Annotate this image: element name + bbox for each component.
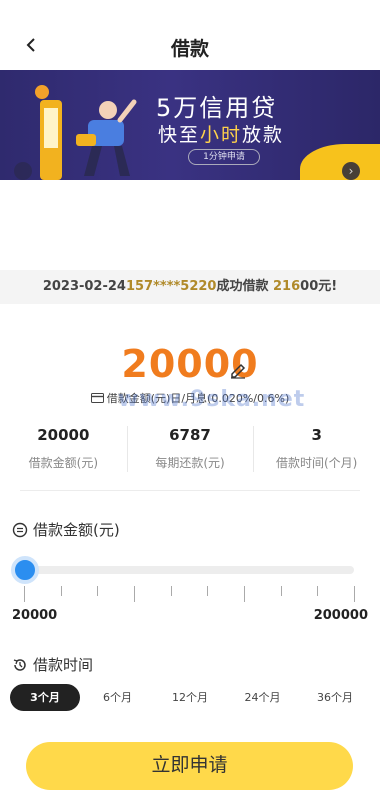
slider-tick xyxy=(170,586,172,596)
stat-term: 3 借款时间(个月) xyxy=(253,422,380,478)
term-options: 3个月 6个月 12个月 24个月 36个月 xyxy=(10,684,370,711)
slider-tick xyxy=(60,586,62,596)
slider-ticks xyxy=(24,586,355,602)
term-option[interactable]: 24个月 xyxy=(228,684,298,711)
banner-subtitle: 快至小时放款 xyxy=(158,124,285,146)
banner-decoration xyxy=(300,144,380,180)
apply-button[interactable]: 立即申请 xyxy=(26,742,353,790)
term-option[interactable]: 12个月 xyxy=(155,684,225,711)
term-option[interactable]: 36个月 xyxy=(300,684,370,711)
loan-amount-display: 20000 xyxy=(0,342,380,386)
amount-slider[interactable] xyxy=(11,556,354,584)
slider-tick xyxy=(207,586,209,596)
slider-tick xyxy=(354,586,355,602)
term-option[interactable]: 6个月 xyxy=(83,684,153,711)
history-clock-icon xyxy=(13,658,26,671)
promo-banner[interactable]: 5万信用贷 快至小时放款 1分钟申请 › xyxy=(0,70,380,180)
banner-prev-button[interactable] xyxy=(14,162,32,180)
banner-title: 5万信用贷 xyxy=(156,94,278,122)
amount-max-label: 200000 xyxy=(313,608,368,623)
amount-min-label: 20000 xyxy=(12,608,58,623)
divider xyxy=(20,490,360,491)
slider-track[interactable] xyxy=(24,566,354,574)
stat-monthly-payment: 6787 每期还款(元) xyxy=(126,422,254,478)
slider-tick xyxy=(280,586,282,596)
slider-tick xyxy=(244,586,245,602)
slider-tick xyxy=(134,586,135,602)
stat-amount: 20000 借款金额(元) xyxy=(28,426,99,470)
header-bar: 借款 xyxy=(0,0,380,70)
card-icon xyxy=(90,393,104,403)
money-icon xyxy=(12,522,28,537)
interest-rate-text: 借款金额(元)日/月息(0.020%/0.6%) xyxy=(0,390,380,406)
term-option[interactable]: 3个月 xyxy=(10,684,80,711)
edit-icon[interactable] xyxy=(229,362,247,380)
slider-tick xyxy=(24,586,25,602)
slider-tick xyxy=(317,586,319,596)
banner-next-button[interactable]: › xyxy=(342,162,360,180)
term-section-title: 借款时间 xyxy=(12,654,93,675)
loan-notice: 2023-02-24157****5220成功借款 21600元! xyxy=(0,270,380,304)
banner-illustration xyxy=(35,85,137,180)
page-title: 借款 xyxy=(170,38,209,60)
slider-tick xyxy=(97,586,99,596)
slider-thumb[interactable] xyxy=(11,556,39,584)
loan-stats: 20000 借款金额(元) 6787 每期还款(元) 3 借款时间(个月) xyxy=(0,422,380,478)
banner-apply-button[interactable]: 1分钟申请 xyxy=(188,149,260,165)
amount-section-title: 借款金额(元) xyxy=(12,519,120,540)
